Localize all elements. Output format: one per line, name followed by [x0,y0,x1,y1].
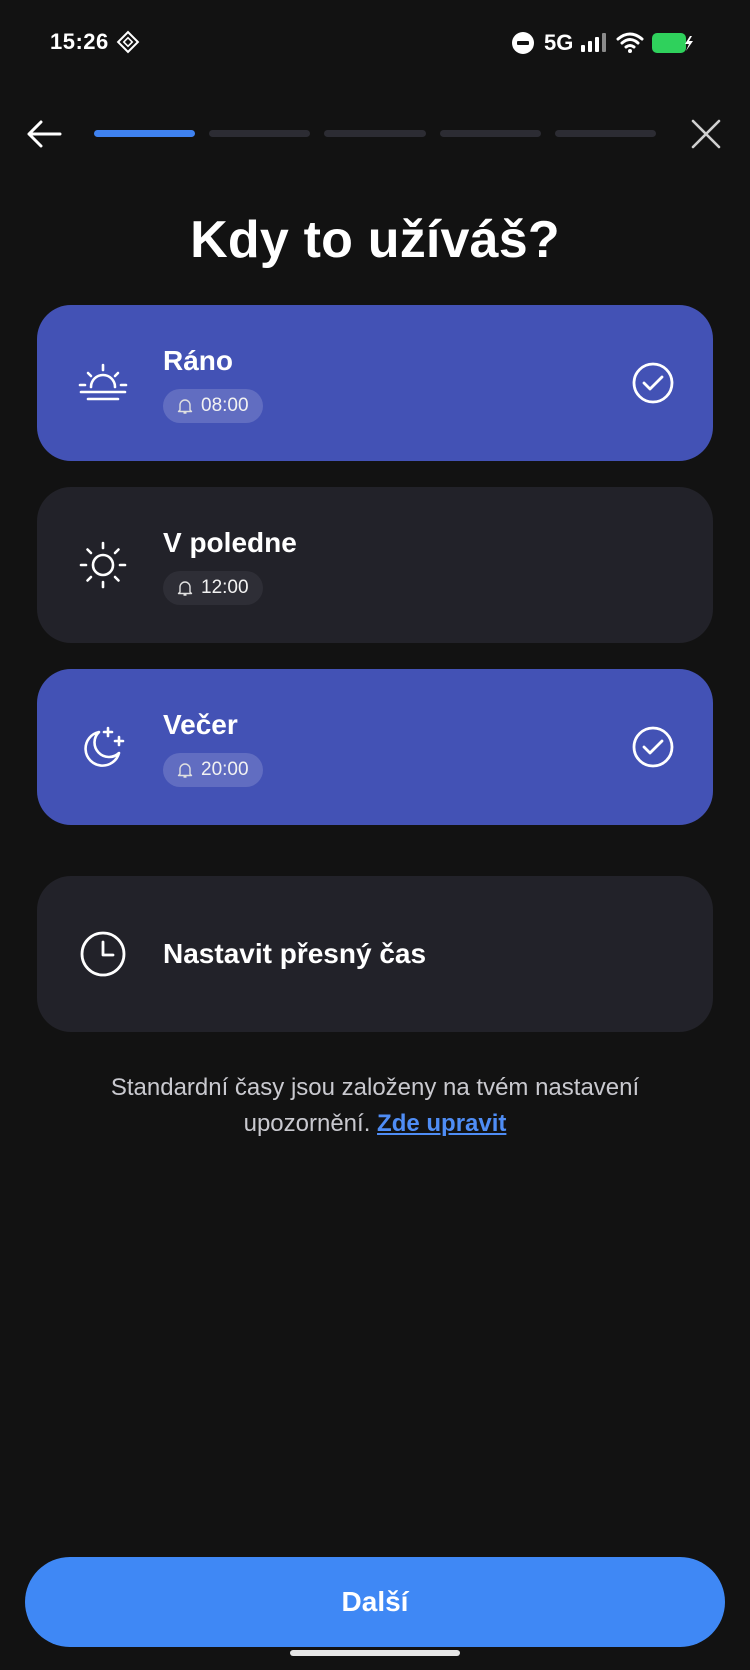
reminder-time: 08:00 [201,395,249,416]
page-title: Kdy to užíváš? [190,211,560,269]
edit-notifications-link[interactable]: Zde upravit [377,1110,506,1137]
reminder-time: 20:00 [201,759,249,780]
reminder-time: 12:00 [201,577,249,598]
reminder-time-badge: 08:00 [163,389,263,423]
wifi-icon [616,32,644,53]
option-noon[interactable]: V poledne 12:00 [37,487,713,643]
sunrise-icon [78,363,128,401]
progress-step-5 [554,130,657,137]
network-type: 5G [544,30,574,55]
status-bar: 15:26 5G [0,0,750,86]
progress-step-2 [209,130,311,137]
do-not-disturb-icon [512,32,534,54]
nfc-icon [116,30,140,54]
clock-icon [80,931,126,977]
check-circle-icon [632,726,674,768]
option-evening[interactable]: Večer 20:00 [37,669,713,825]
option-morning[interactable]: Ráno 08:00 [37,305,713,461]
check-circle-icon [632,362,674,404]
progress-step-1 [94,130,196,137]
footnote-text: Standardní časy jsou založeny na tvém na… [110,1074,640,1137]
option-label: V poledne [163,527,297,558]
signal-icon [581,33,606,52]
reminder-time-badge: 20:00 [163,753,263,787]
close-button[interactable] [688,116,724,152]
bell-icon [177,399,193,414]
bell-icon [177,763,193,778]
status-time: 15:26 [50,29,109,54]
back-button[interactable] [24,114,64,154]
option-label: Večer [163,709,238,740]
home-indicator [290,1650,460,1656]
battery-charging-icon [652,33,693,53]
next-button[interactable]: Další [25,1557,725,1647]
set-exact-time-button[interactable]: Nastavit přesný čas [37,876,713,1032]
bell-icon [177,581,193,596]
set-exact-time-label: Nastavit přesný čas [163,938,427,969]
moon-stars-icon [84,726,125,767]
option-label: Ráno [163,345,233,376]
progress-step-4 [439,130,541,137]
step-progress [94,130,657,138]
reminder-time-badge: 12:00 [163,571,263,605]
progress-step-3 [324,130,426,137]
footnote: Standardní časy jsou založeny na tvém na… [60,1070,690,1142]
sun-icon [79,541,127,589]
